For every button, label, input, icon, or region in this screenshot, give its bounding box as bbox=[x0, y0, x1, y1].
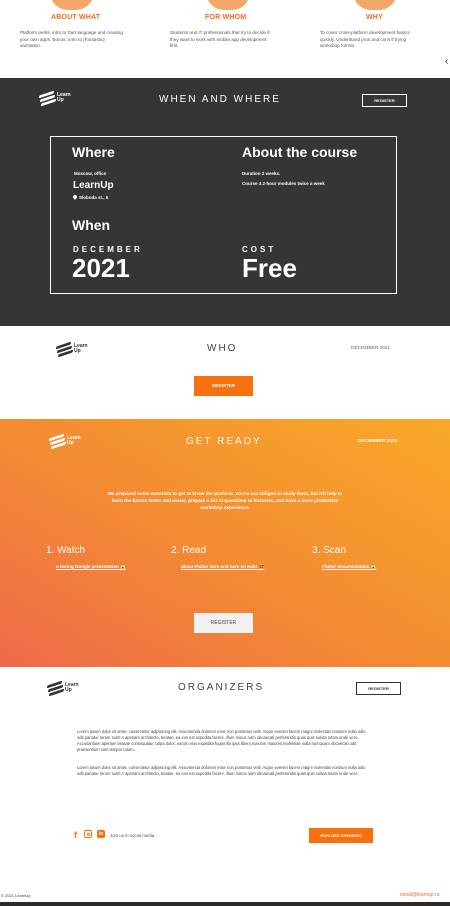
logo-mark-icon bbox=[46, 680, 65, 697]
bottom-bar bbox=[0, 902, 450, 906]
logo-mark-icon bbox=[38, 90, 57, 107]
about-modules: Course 4 2-hour modules twice a week bbox=[242, 181, 325, 186]
step-scan-heading: 3. Scan bbox=[312, 545, 346, 556]
when-year: 2021 bbox=[72, 253, 130, 283]
join-social-text: Join us in social media bbox=[110, 833, 155, 838]
when-and-where-section: Learn Up WHEN AND WHERE REGISTER Where M… bbox=[0, 78, 450, 326]
about-duration: Duration 2 weeks. bbox=[242, 171, 281, 176]
logo-word: Learn Up bbox=[65, 682, 79, 693]
step-read-link[interactable]: about Flutter here and here on Habr 🤓 bbox=[181, 564, 264, 570]
step-read-heading: 2. Read bbox=[171, 545, 207, 556]
copyright: © 2021 LearnUp bbox=[1, 893, 31, 898]
logo[interactable]: Learn Up bbox=[55, 341, 90, 358]
organizers-paragraph: Lorem ipsum dolor sit amet, consectetur … bbox=[77, 729, 366, 752]
get-ready-intro: We prepared some materials to get to kno… bbox=[107, 491, 343, 510]
for-whom-text: Students and IT professionals that try t… bbox=[170, 30, 270, 48]
where-address-row: Sloboda st., 5 bbox=[72, 194, 109, 200]
about-illustration bbox=[50, 0, 94, 10]
organizers-paragraph: Lorem ipsum dolor sit amet, consectetur … bbox=[77, 765, 366, 776]
about-what-title: ABOUT WHAT bbox=[51, 14, 101, 21]
why-text: To cover cross-platform development basi… bbox=[320, 30, 410, 48]
logo-word: Learn Up bbox=[57, 92, 71, 103]
section-title: WHO bbox=[207, 343, 238, 354]
cost-value: Free bbox=[242, 253, 297, 283]
organizers-section: Learn Up ORGANIZERS REGISTER Lorem ipsum… bbox=[0, 667, 450, 906]
logo-mark-icon bbox=[48, 433, 67, 450]
when-heading: When bbox=[72, 217, 111, 233]
for-whom-illustration bbox=[206, 0, 250, 10]
section-title: WHEN AND WHERE bbox=[159, 94, 281, 105]
why-illustration bbox=[353, 0, 397, 10]
explore-openings-button[interactable]: EXPLORE OPENINGS bbox=[309, 828, 373, 843]
where-city: Moscow, office bbox=[74, 171, 107, 176]
for-whom-title: FOR WHOM bbox=[205, 14, 247, 21]
where-brand: LearnUp bbox=[73, 180, 114, 191]
get-ready-section: Learn Up GET READY DECEMBER 2021 We prep… bbox=[0, 419, 450, 667]
step-watch-heading: 1. Watch bbox=[46, 545, 86, 556]
logo[interactable]: Learn Up bbox=[46, 680, 81, 697]
get-ready-date: DECEMBER 2021 bbox=[358, 439, 398, 444]
who-section: Learn Up WHO DECEMBER 2021 REGISTER bbox=[0, 326, 450, 419]
instagram-icon[interactable] bbox=[84, 830, 92, 838]
about-what-text: Platform perks, intro to Dart language a… bbox=[20, 30, 123, 48]
step-watch-link[interactable]: a boring Google presentation 😱 bbox=[56, 564, 126, 570]
course-info-box: Where Moscow, office LearnUp Sloboda st.… bbox=[50, 136, 397, 294]
location-pin-icon bbox=[72, 194, 78, 200]
logo-mark-icon bbox=[55, 341, 74, 358]
logo[interactable]: Learn Up bbox=[38, 90, 73, 107]
register-button[interactable]: REGISTER bbox=[356, 682, 401, 695]
intro-columns: ABOUT WHAT Platform perks, intro to Dart… bbox=[0, 0, 450, 78]
step-scan-link[interactable]: Flutter documentation 😱 bbox=[322, 564, 376, 570]
where-heading: Where bbox=[72, 144, 115, 160]
who-date: DECEMBER 2021 bbox=[351, 346, 391, 351]
footer-email-link[interactable]: email@learnup.ru bbox=[400, 892, 440, 898]
logo-word: Learn Up bbox=[67, 435, 81, 446]
register-button[interactable]: REGISTER bbox=[194, 613, 253, 633]
logo[interactable]: Learn Up bbox=[48, 433, 83, 450]
register-button[interactable]: REGISTER bbox=[362, 94, 407, 107]
why-title: WHY bbox=[366, 14, 383, 21]
section-title: GET READY bbox=[186, 436, 262, 447]
about-course-heading: About the course bbox=[242, 144, 358, 160]
register-button[interactable]: REGISTER bbox=[194, 376, 253, 396]
where-address: Sloboda st., 5 bbox=[79, 195, 109, 200]
linkedin-icon[interactable]: in bbox=[97, 830, 105, 838]
facebook-icon[interactable]: f bbox=[74, 830, 77, 840]
logo-word: Learn Up bbox=[74, 343, 88, 354]
edge-mark-icon: ‹ bbox=[445, 56, 449, 67]
section-title: ORGANIZERS bbox=[178, 682, 265, 693]
